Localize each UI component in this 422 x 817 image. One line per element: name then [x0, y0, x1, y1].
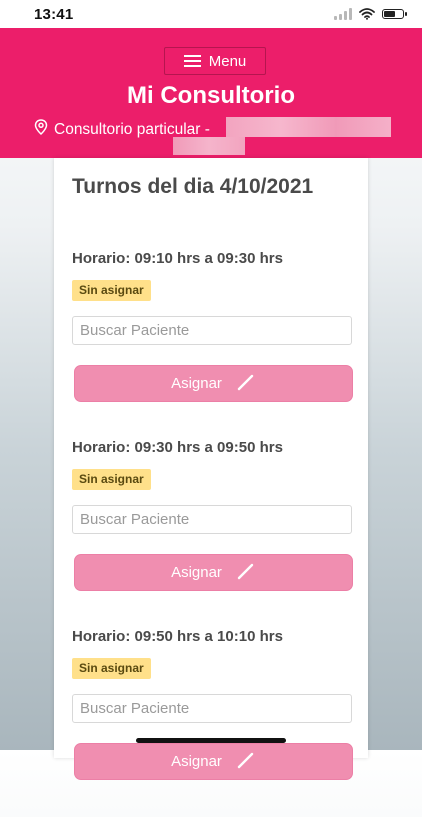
app-title: Mi Consultorio [127, 82, 295, 109]
page-title: Turnos del dia 4/10/2021 [72, 175, 314, 198]
signal-icon [334, 8, 352, 20]
status-bar: 13:41 [0, 0, 422, 28]
redacted-address [226, 117, 391, 137]
search-patient-input[interactable] [72, 694, 352, 723]
search-patient-input[interactable] [72, 505, 352, 534]
location-text: Consultorio particular - [54, 120, 210, 138]
pencil-icon [236, 561, 256, 585]
assign-button[interactable]: Asignar [74, 554, 353, 591]
menu-button[interactable]: Menu [164, 47, 266, 75]
status-badge: Sin asignar [72, 280, 151, 301]
status-badge: Sin asignar [72, 658, 151, 679]
appointment-slot: Horario: 09:10 hrs a 09:30 hrs Sin asign… [54, 250, 368, 439]
slot-time: Horario: 09:50 hrs a 10:10 hrs [72, 628, 283, 645]
assign-label: Asignar [171, 375, 222, 392]
menu-label: Menu [208, 52, 247, 70]
pencil-icon [236, 750, 256, 774]
assign-button[interactable]: Asignar [74, 743, 353, 780]
appointment-slot: Horario: 09:30 hrs a 09:50 hrs Sin asign… [54, 439, 368, 628]
battery-icon [382, 9, 407, 19]
status-time: 13:41 [34, 5, 74, 23]
appointment-slot: Horario: 09:50 hrs a 10:10 hrs Sin asign… [54, 628, 368, 817]
search-patient-input[interactable] [72, 316, 352, 345]
status-badge: Sin asignar [72, 469, 151, 490]
appointments-card: Turnos del dia 4/10/2021 Horario: 09:10 … [54, 158, 368, 780]
assign-button[interactable]: Asignar [74, 365, 353, 402]
status-icons [334, 8, 407, 20]
assign-label: Asignar [171, 564, 222, 581]
location-pin-icon [34, 119, 48, 140]
assign-label: Asignar [171, 753, 222, 770]
hamburger-icon [183, 55, 201, 67]
slot-time: Horario: 09:30 hrs a 09:50 hrs [72, 439, 283, 456]
home-indicator[interactable] [136, 738, 286, 743]
pencil-icon [236, 372, 256, 396]
redacted-address-line2 [173, 137, 245, 155]
app-header: Menu Mi Consultorio Consultorio particul… [0, 28, 422, 158]
wifi-icon [359, 8, 375, 20]
slot-time: Horario: 09:10 hrs a 09:30 hrs [72, 250, 283, 267]
